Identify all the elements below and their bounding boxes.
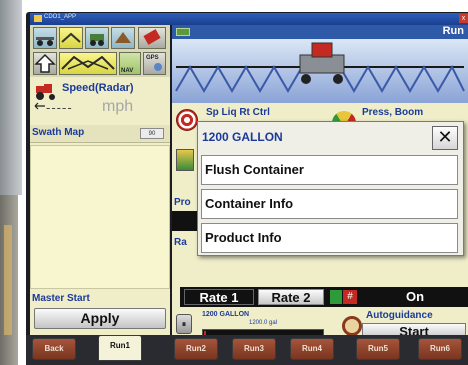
boom-status-icon[interactable] (59, 52, 117, 75)
rate2-button[interactable]: Rate 2 (258, 289, 324, 305)
sp-liq-rt-ctrl-label: Sp Liq Rt Ctrl (206, 107, 270, 118)
tab-back[interactable]: Back (32, 338, 76, 360)
tab-run1[interactable]: Run1 (98, 335, 142, 361)
status-led-green (330, 290, 342, 304)
swath-map[interactable] (30, 145, 170, 289)
up-arrow-icon[interactable] (33, 52, 57, 75)
run-header-label: Run (442, 25, 464, 37)
sprayer-icon[interactable] (85, 27, 109, 49)
speed-label: Speed(Radar) (62, 82, 134, 94)
ra-label-fragment: Ra (174, 237, 187, 248)
swath-map-label: Swath Map (32, 127, 85, 138)
dialog-close-button[interactable]: ✕ (432, 126, 458, 150)
chart-icon (176, 149, 194, 171)
container-name: 1200 GALLON (202, 311, 250, 318)
container-icon[interactable]: ⏸ (176, 314, 192, 334)
eraser-icon[interactable] (138, 27, 166, 49)
boom-diagram (175, 42, 465, 93)
apply-button[interactable]: Apply (34, 308, 166, 329)
pro-label-fragment: Pro (174, 197, 191, 208)
implement-icon[interactable] (111, 27, 135, 49)
tab-run2[interactable]: Run2 (174, 338, 218, 360)
window-close-button[interactable]: x (459, 14, 468, 23)
tab-run6[interactable]: Run6 (418, 338, 462, 360)
app-icon (34, 15, 42, 22)
nav-button[interactable]: NAV (119, 52, 141, 75)
status-led-red: # (343, 290, 357, 304)
steering-wheel-icon (342, 316, 362, 336)
speed-unit: mph (102, 98, 134, 115)
rate1-button[interactable]: Rate 1 (184, 289, 254, 305)
tab-bar: Back Run1 Run2 Run3 Run4 Run5 Run6 (26, 335, 468, 365)
container-volume: 1200.0 gal (248, 320, 278, 326)
icon-toolbar: NAV GPS (30, 25, 170, 77)
swath-map-header: Swath Map 90 (30, 125, 170, 143)
tractor-icon (36, 84, 55, 100)
run-header: Run (172, 25, 468, 39)
battery-icon (176, 28, 190, 36)
tab-run4[interactable]: Run4 (290, 338, 334, 360)
app-title: CDO1_APP (44, 14, 77, 20)
container-row: ⏸ 1200 GALLON 1200.0 gal (176, 310, 336, 339)
on-status[interactable]: On (360, 289, 468, 305)
container-dialog: 1200 GALLON ✕ Flush Container Container … (197, 121, 464, 256)
background-edge-lower (0, 195, 18, 365)
swath-zoom-button[interactable]: 90 (140, 128, 164, 139)
rate-bar: Rate 1 Rate 2 # On (180, 287, 468, 307)
gps-button[interactable]: GPS (143, 52, 166, 75)
tab-run5[interactable]: Run5 (356, 338, 400, 360)
speed-value: ----- (46, 100, 73, 115)
boom-sections-icon[interactable] (59, 27, 83, 49)
screen: CDO1_APP x NAV GPS Speed(Radar) ----- mp… (0, 0, 468, 365)
speed-readout: Speed(Radar) ----- mph (32, 80, 168, 124)
dialog-title: 1200 GALLON (202, 130, 283, 144)
product-info-button[interactable]: Product Info (201, 223, 458, 253)
press-boom-label: Press, Boom (362, 107, 424, 118)
flush-container-button[interactable]: Flush Container (201, 155, 458, 185)
autoguidance-label: Autoguidance (366, 310, 433, 321)
tab-run3[interactable]: Run3 (232, 338, 276, 360)
tractor-boom-icon[interactable] (33, 27, 57, 49)
container-info-button[interactable]: Container Info (201, 189, 458, 219)
boom-display[interactable] (172, 39, 468, 103)
arrows-icon (34, 102, 45, 110)
title-bar: CDO1_APP x (30, 13, 468, 25)
rate-control-icon (176, 109, 198, 131)
gps-label: GPS (146, 55, 159, 61)
nav-label: NAV (121, 68, 134, 74)
left-panel: NAV GPS Speed(Radar) ----- mph Swath Map… (30, 25, 170, 335)
background-edge (0, 0, 22, 195)
master-start-label: Master Start (32, 293, 90, 304)
